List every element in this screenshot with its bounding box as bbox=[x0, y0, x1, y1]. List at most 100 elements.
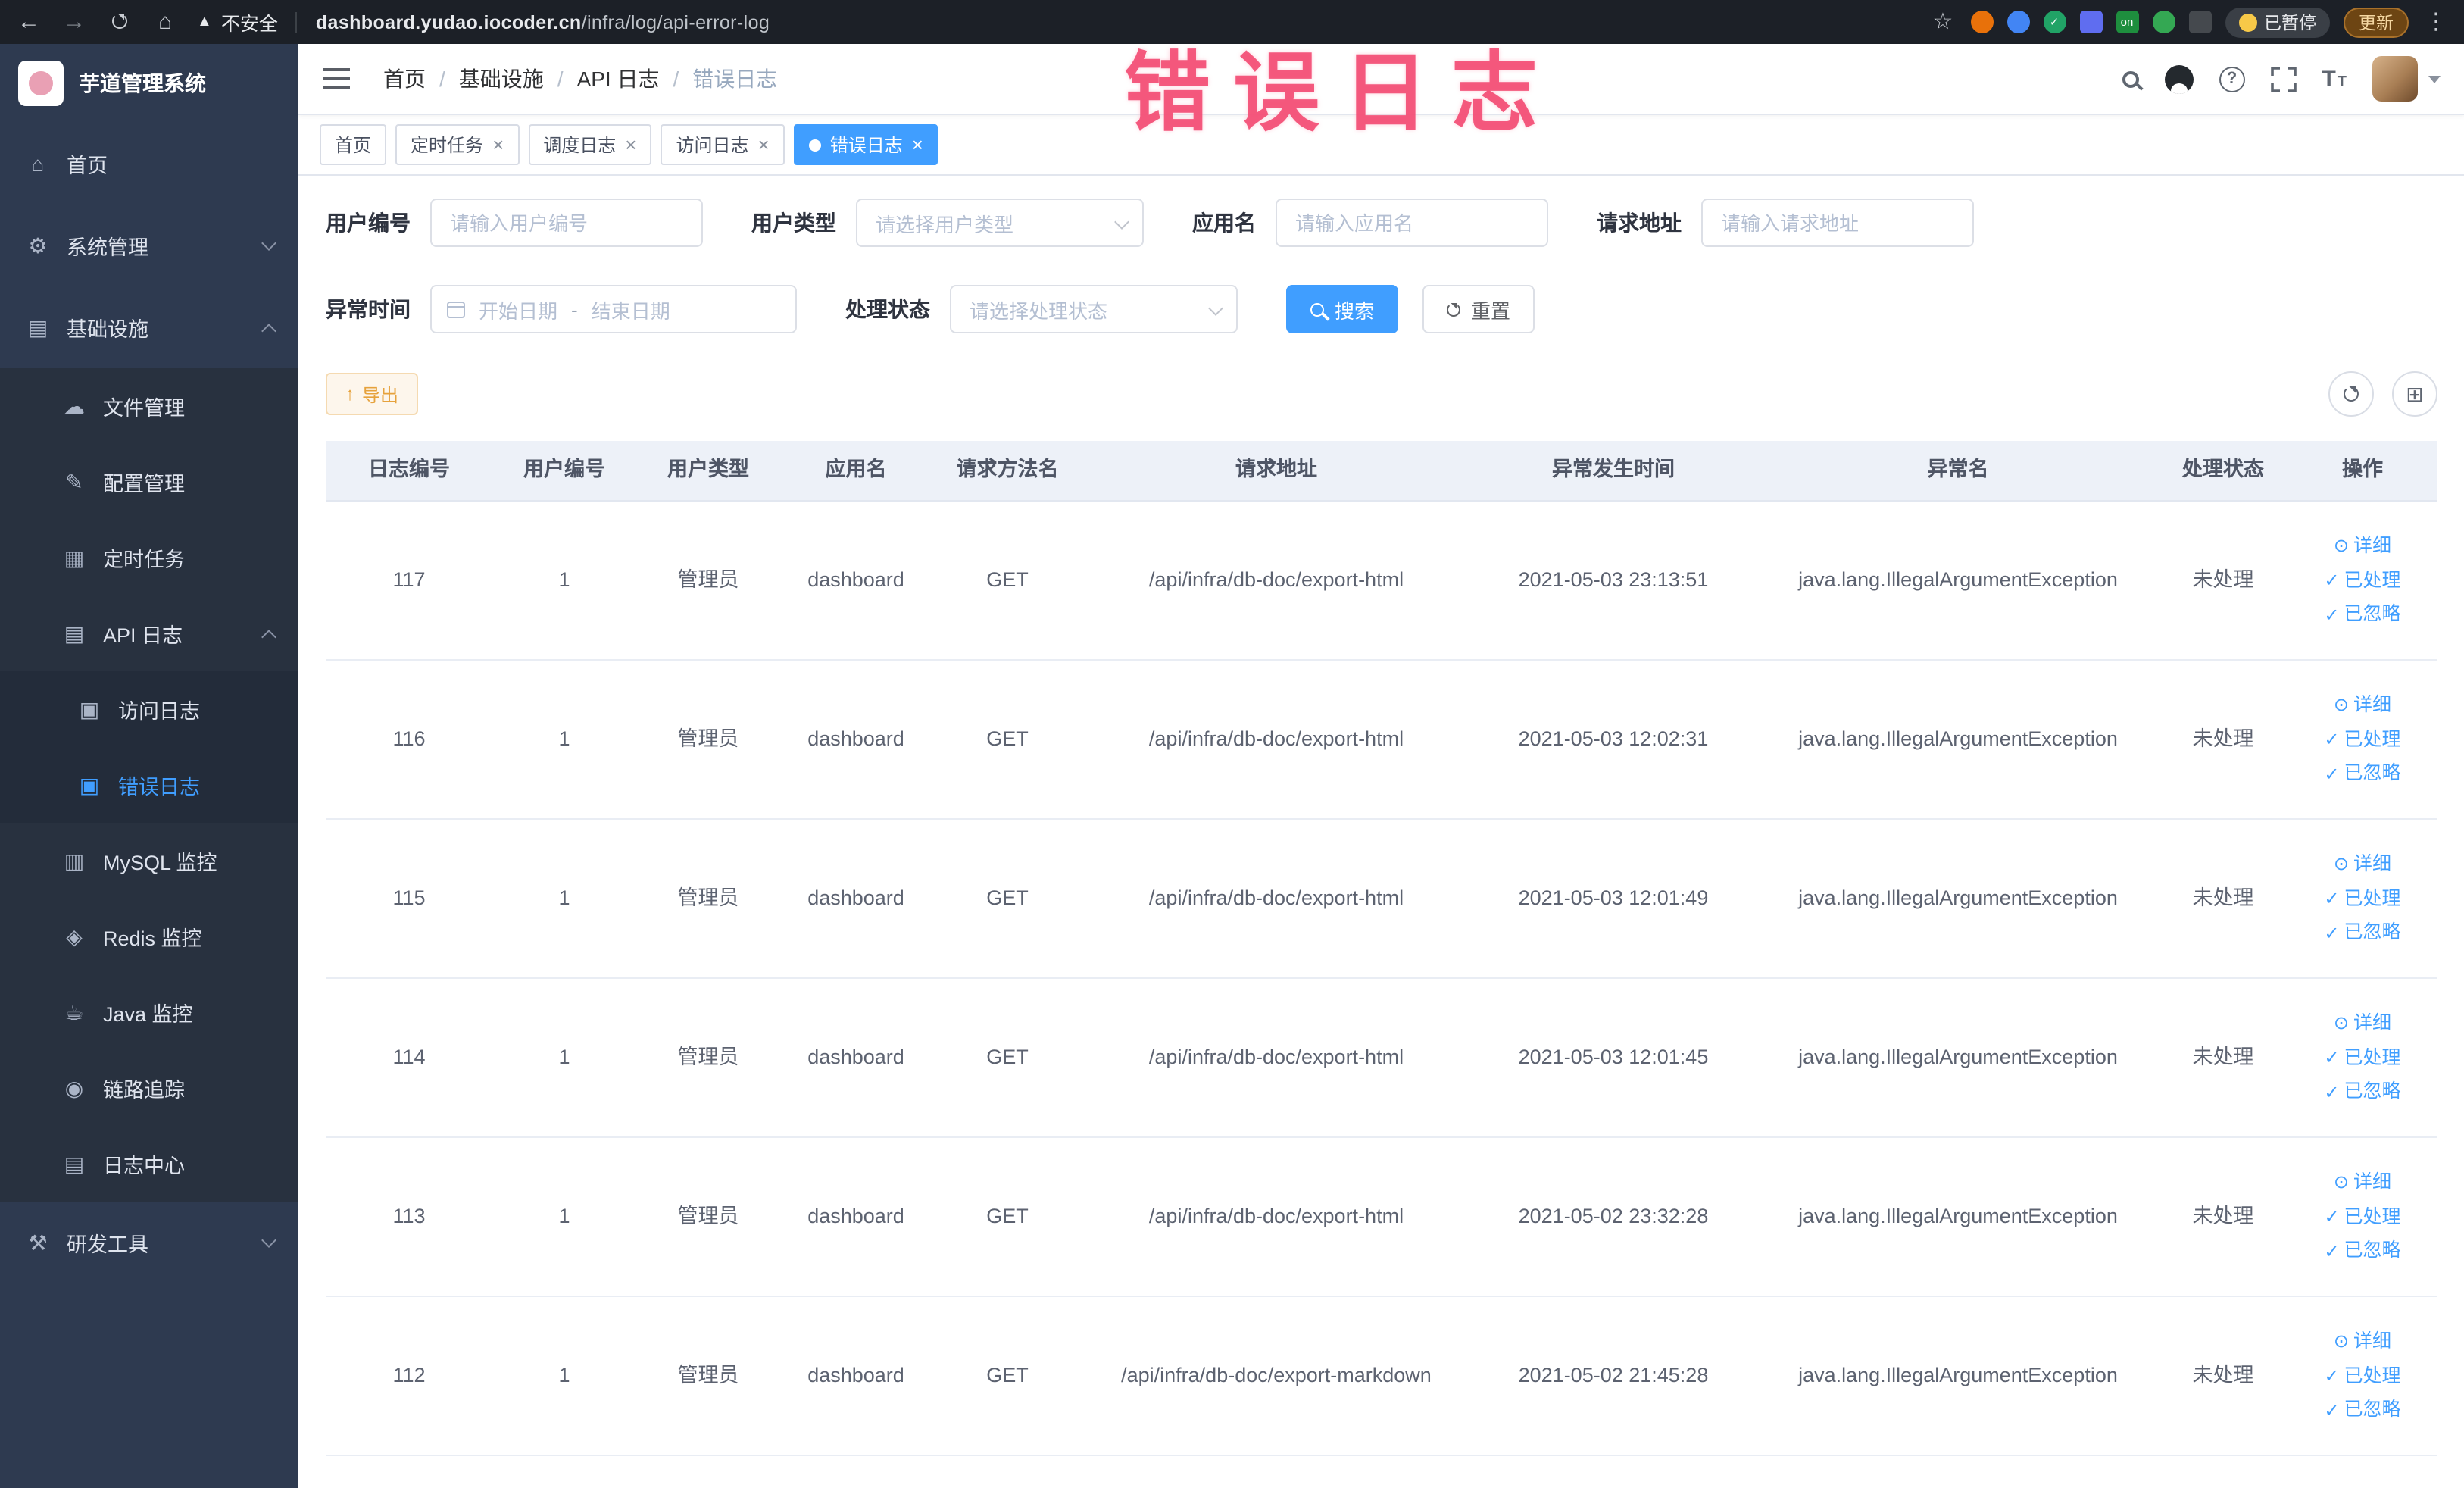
breadcrumb-item[interactable]: 基础设施 bbox=[459, 64, 544, 94]
col-exception-name: 异常名 bbox=[1927, 458, 1989, 481]
cell-exception-name: java.lang.IllegalArgumentException bbox=[1798, 886, 2118, 909]
paused-chip[interactable]: 已暂停 bbox=[2225, 7, 2330, 37]
close-icon[interactable]: × bbox=[912, 135, 923, 155]
detail-link[interactable]: ⊙ 详细 bbox=[2334, 1009, 2391, 1038]
sidebar-item-tracing[interactable]: ◉ 链路追踪 bbox=[0, 1050, 298, 1126]
mark-ignored-link[interactable]: ✓ 已忽略 bbox=[2324, 601, 2400, 630]
cell-method: GET bbox=[986, 1045, 1029, 1068]
extension-icon[interactable]: on bbox=[2116, 11, 2138, 33]
detail-link[interactable]: ⊙ 详细 bbox=[2334, 691, 2391, 720]
emoji-face-icon bbox=[2238, 13, 2256, 31]
extension-icon[interactable] bbox=[2152, 11, 2175, 33]
github-icon[interactable] bbox=[2164, 64, 2194, 93]
help-icon[interactable]: ? bbox=[2219, 66, 2245, 92]
sidebar-item-error-log[interactable]: ▣ 错误日志 bbox=[0, 747, 298, 823]
forward-icon[interactable]: → bbox=[61, 11, 88, 33]
browser-menu-icon[interactable]: ⋮ bbox=[2422, 11, 2450, 33]
detail-link[interactable]: ⊙ 详细 bbox=[2334, 1327, 2391, 1356]
update-chip[interactable]: 更新 bbox=[2344, 7, 2409, 37]
extension-icon[interactable] bbox=[1970, 11, 1993, 33]
user-id-input[interactable] bbox=[430, 199, 703, 247]
close-icon[interactable]: × bbox=[625, 135, 636, 155]
sidebar-toggle-icon[interactable] bbox=[323, 68, 350, 89]
breadcrumb-item[interactable]: 首页 bbox=[383, 64, 426, 94]
site-security-chip[interactable]: ▲ 不安全 bbox=[197, 8, 278, 36]
sidebar-item-system-mgmt[interactable]: ⚙ 系统管理 bbox=[0, 205, 298, 286]
reload-icon[interactable] bbox=[106, 11, 133, 33]
process-status-select[interactable]: 请选择处理状态 bbox=[950, 285, 1238, 333]
mark-processed-link[interactable]: ✓ 已处理 bbox=[2324, 1361, 2400, 1390]
tab-home[interactable]: 首页 bbox=[320, 124, 387, 165]
tab-error-log[interactable]: 错误日志 × bbox=[793, 124, 938, 165]
detail-link[interactable]: ⊙ 详细 bbox=[2334, 850, 2391, 879]
cell-user-type: 管理员 bbox=[677, 567, 739, 591]
breadcrumb-item[interactable]: API 日志 bbox=[577, 64, 660, 94]
fullscreen-icon[interactable] bbox=[2270, 66, 2297, 92]
extension-icon[interactable] bbox=[2079, 11, 2102, 33]
mark-ignored-link[interactable]: ✓ 已忽略 bbox=[2324, 1237, 2400, 1266]
app-logo-row[interactable]: 芋道管理系统 bbox=[0, 44, 298, 123]
user-type-select[interactable]: 请选择用户类型 bbox=[856, 199, 1144, 247]
export-button[interactable]: ↑ 导出 bbox=[326, 373, 419, 415]
cell-actions: ⊙ 详细 ✓ 已处理 ✓ 已忽略 bbox=[2288, 517, 2437, 645]
date-range-picker[interactable]: 开始日期 - 结束日期 bbox=[430, 285, 797, 333]
sidebar-item-redis-monitor[interactable]: ◈ Redis 监控 bbox=[0, 899, 298, 974]
mark-processed-link[interactable]: ✓ 已处理 bbox=[2324, 725, 2400, 754]
sidebar-item-home[interactable]: ⌂ 首页 bbox=[0, 123, 298, 205]
sidebar-item-file-mgmt[interactable]: ☁ 文件管理 bbox=[0, 368, 298, 444]
sidebar-item-mysql-monitor[interactable]: ▥ MySQL 监控 bbox=[0, 823, 298, 899]
font-size-icon[interactable]: T T bbox=[2322, 67, 2347, 90]
extension-icon[interactable] bbox=[2188, 11, 2211, 33]
tab-scheduled-tasks[interactable]: 定时任务 × bbox=[395, 124, 520, 165]
sidebar-item-access-log[interactable]: ▣ 访问日志 bbox=[0, 671, 298, 747]
search-button[interactable]: 搜索 bbox=[1286, 285, 1399, 333]
cell-method: GET bbox=[986, 727, 1029, 750]
breadcrumb-separator: / bbox=[673, 67, 679, 91]
sidebar-item-dev-tools[interactable]: ⚒ 研发工具 bbox=[0, 1202, 298, 1283]
mark-processed-link[interactable]: ✓ 已处理 bbox=[2324, 566, 2400, 595]
close-icon[interactable]: × bbox=[492, 135, 504, 155]
mark-ignored-link[interactable]: ✓ 已忽略 bbox=[2324, 1078, 2400, 1107]
sidebar-item-scheduled-tasks[interactable]: ▦ 定时任务 bbox=[0, 520, 298, 596]
cell-request-url: /api/infra/db-doc/export-html bbox=[1148, 1204, 1404, 1227]
table-row: 116 1 管理员 dashboard GET /api/infra/db-do… bbox=[326, 661, 2437, 820]
detail-link[interactable]: ⊙ 详细 bbox=[2334, 532, 2391, 561]
mark-ignored-link[interactable]: ✓ 已忽略 bbox=[2324, 760, 2400, 789]
close-icon[interactable]: × bbox=[758, 135, 770, 155]
tab-access-log[interactable]: 访问日志 × bbox=[661, 124, 785, 165]
sidebar-item-config-mgmt[interactable]: ✎ 配置管理 bbox=[0, 444, 298, 520]
mark-processed-link[interactable]: ✓ 已处理 bbox=[2324, 1202, 2400, 1231]
request-url-label: 请求地址 bbox=[1597, 211, 1682, 235]
breadcrumb-separator: / bbox=[557, 67, 564, 91]
user-menu[interactable] bbox=[2372, 56, 2441, 102]
cell-app-name: dashboard bbox=[807, 1045, 904, 1068]
address-bar[interactable]: dashboard.yudao.iocoder.cn/infra/log/api… bbox=[316, 11, 770, 33]
check-icon: ✓ bbox=[2324, 922, 2340, 944]
sidebar-item-infrastructure[interactable]: ▤ 基础设施 bbox=[0, 286, 298, 368]
extension-icon[interactable]: ✓ bbox=[2043, 11, 2066, 33]
app-name-input[interactable] bbox=[1276, 199, 1548, 247]
column-settings-button[interactable]: ⊞ bbox=[2392, 371, 2437, 417]
refresh-table-button[interactable] bbox=[2328, 371, 2374, 417]
sidebar-item-log-center[interactable]: ▤ 日志中心 bbox=[0, 1126, 298, 1202]
sidebar-item-label: 系统管理 bbox=[67, 236, 148, 259]
extension-icon[interactable] bbox=[2006, 11, 2029, 33]
back-icon[interactable]: ← bbox=[15, 11, 42, 33]
tab-label: 错误日志 bbox=[829, 135, 903, 156]
sidebar-item-api-logs[interactable]: ▤ API 日志 bbox=[0, 596, 298, 671]
mark-processed-link[interactable]: ✓ 已处理 bbox=[2324, 884, 2400, 913]
request-url-input[interactable] bbox=[1701, 199, 1974, 247]
sidebar-item-java-monitor[interactable]: ☕ Java 监控 bbox=[0, 974, 298, 1050]
browser-home-icon[interactable]: ⌂ bbox=[151, 11, 179, 33]
reset-button[interactable]: 重置 bbox=[1422, 285, 1535, 333]
tab-schedule-log[interactable]: 调度日志 × bbox=[528, 124, 652, 165]
cell-method: GET bbox=[986, 1363, 1029, 1386]
mark-ignored-link[interactable]: ✓ 已忽略 bbox=[2324, 919, 2400, 948]
cell-method: GET bbox=[986, 886, 1029, 909]
mark-ignored-link[interactable]: ✓ 已忽略 bbox=[2324, 1396, 2400, 1425]
start-date-placeholder: 开始日期 bbox=[479, 299, 558, 322]
mark-processed-link[interactable]: ✓ 已处理 bbox=[2324, 1043, 2400, 1072]
search-icon[interactable] bbox=[2122, 70, 2139, 87]
detail-link[interactable]: ⊙ 详细 bbox=[2334, 1168, 2391, 1197]
bookmark-star-icon[interactable]: ☆ bbox=[1929, 11, 1957, 33]
